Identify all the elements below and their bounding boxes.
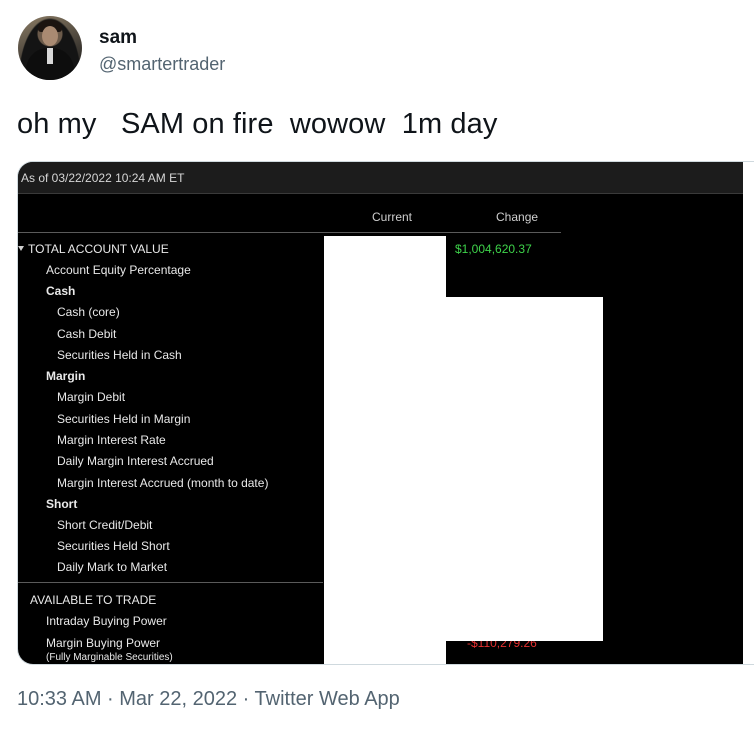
- section-divider: [18, 582, 323, 583]
- row-label: Intraday Buying Power: [46, 614, 167, 628]
- row-label: Account Equity Percentage: [46, 263, 191, 277]
- row-label: Daily Mark to Market: [57, 560, 168, 574]
- tweet-text: oh my SAM on fire wowow 1m day: [17, 108, 498, 140]
- header-divider: [18, 232, 561, 233]
- row-sublabel: (Fully Marginable Securities): [46, 652, 173, 663]
- user-handle[interactable]: @smartertrader: [99, 54, 225, 75]
- account-balances-panel: As of 03/22/2022 10:24 AM ET Current Cha…: [18, 162, 743, 664]
- column-header-current: Current: [372, 210, 413, 224]
- row-total-account-value[interactable]: TOTAL ACCOUNT VALUE: [28, 242, 169, 256]
- redaction-block: [446, 297, 603, 641]
- row-label: Securities Held Short: [57, 539, 170, 553]
- as-of-bar: As of 03/22/2022 10:24 AM ET: [18, 162, 743, 194]
- section-cash: Cash: [46, 284, 76, 298]
- collapse-triangle-icon[interactable]: [18, 246, 24, 251]
- section-short: Short: [46, 497, 78, 511]
- row-label: Cash Debit: [57, 327, 117, 341]
- display-name[interactable]: sam: [99, 27, 137, 49]
- row-label: Daily Margin Interest Accrued: [57, 454, 214, 468]
- redaction-block: [324, 236, 446, 664]
- section-margin: Margin: [46, 369, 86, 383]
- row-label: Margin Debit: [57, 390, 126, 404]
- row-available-to-trade: AVAILABLE TO TRADE: [30, 593, 157, 607]
- row-label: Margin Interest Accrued (month to date): [57, 476, 269, 490]
- row-label: Margin Interest Rate: [57, 433, 166, 447]
- row-label: Margin Buying Power: [46, 636, 161, 650]
- row-label: Cash (core): [57, 305, 120, 319]
- avatar-shirt: [47, 48, 53, 64]
- tweet-timestamp[interactable]: 10:33 AM · Mar 22, 2022 · Twitter Web Ap…: [17, 688, 400, 711]
- avatar-face: [42, 26, 58, 46]
- avatar[interactable]: [18, 16, 82, 80]
- total-change-value: $1,004,620.37: [455, 242, 532, 256]
- as-of-text: As of 03/22/2022 10:24 AM ET: [21, 171, 185, 185]
- tweet-media-image[interactable]: As of 03/22/2022 10:24 AM ET Current Cha…: [17, 161, 754, 665]
- column-header-change: Change: [496, 210, 539, 224]
- row-label: Securities Held in Margin: [57, 412, 191, 426]
- row-label: Short Credit/Debit: [57, 518, 153, 532]
- row-label: Securities Held in Cash: [57, 348, 182, 362]
